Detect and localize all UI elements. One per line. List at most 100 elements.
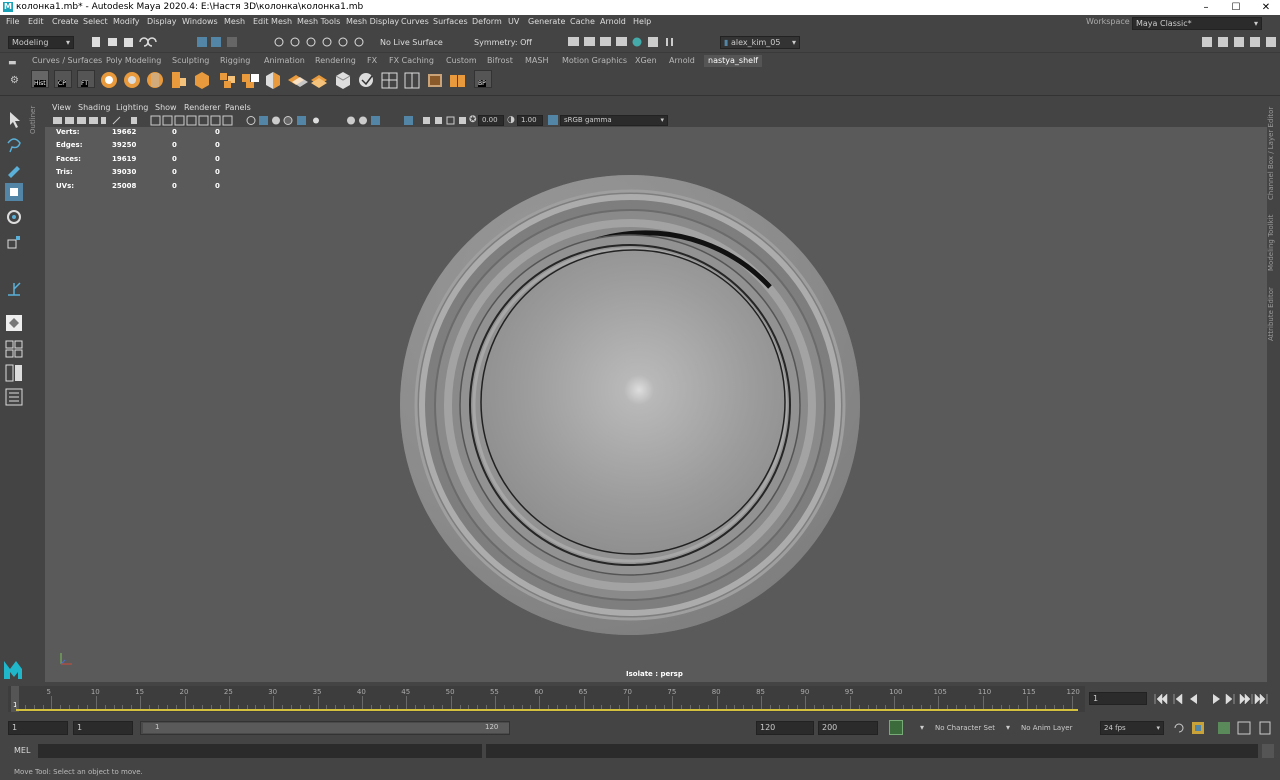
minimize-button[interactable]: – [1196, 1, 1216, 14]
tab-fx-caching[interactable]: FX Caching [385, 55, 438, 67]
maximize-button[interactable]: ☐ [1226, 1, 1246, 14]
scale-tool-icon[interactable] [5, 233, 23, 251]
gear-icon[interactable]: ⚙ [10, 75, 19, 86]
command-input[interactable] [38, 744, 482, 758]
view-transform-dropdown[interactable]: sRGB gamma ▾ [560, 115, 668, 126]
gamma-field[interactable]: 1.00 [517, 115, 543, 126]
menu-mesh-display[interactable]: Mesh Display [346, 17, 399, 26]
character-set-dropdown[interactable]: No Character Set [935, 724, 995, 732]
render-icons[interactable] [566, 35, 691, 49]
selection-mask-icons[interactable] [195, 35, 245, 49]
outliner-layout-icon[interactable] [5, 388, 23, 406]
user-account-dropdown[interactable]: ▮ alex_kim_05 ▾ [720, 36, 800, 49]
mel-label[interactable]: MEL [14, 746, 30, 755]
timeline-tick-label: 105 [933, 688, 947, 696]
bp-shelf-button[interactable]: BP [474, 70, 492, 88]
exposure-field[interactable]: 0.00 [478, 115, 504, 126]
menu-select[interactable]: Select [83, 17, 108, 26]
lasso-tool-icon[interactable] [5, 135, 23, 153]
workspace-dropdown[interactable]: Maya Classic* ▾ [1132, 17, 1262, 30]
shelf-tool-icons[interactable] [100, 70, 480, 90]
menu-mesh-tools[interactable]: Mesh Tools [297, 17, 340, 26]
tab-rigging[interactable]: Rigging [216, 55, 254, 67]
select-tool-icon[interactable] [5, 110, 23, 128]
paint-select-tool-icon[interactable] [5, 160, 23, 178]
animation-start-field[interactable]: 1 [8, 721, 68, 735]
menu-help[interactable]: Help [633, 17, 651, 26]
tab-fx[interactable]: FX [363, 55, 381, 67]
tab-xgen[interactable]: XGen [631, 55, 661, 67]
script-editor-icon[interactable] [1262, 744, 1274, 758]
playback-option-icons[interactable] [1172, 720, 1277, 736]
vp-menu-view[interactable]: View [52, 103, 71, 112]
tab-sculpting[interactable]: Sculpting [168, 55, 213, 67]
anim-layer-dropdown[interactable]: No Anim Layer [1021, 724, 1072, 732]
chevron-down-icon[interactable]: ▾ [1006, 723, 1010, 732]
menu-file[interactable]: File [6, 17, 19, 26]
shelf-options-icon[interactable]: ▬ [8, 58, 20, 68]
menu-set-dropdown[interactable]: Modeling ▾ [8, 36, 74, 49]
menu-windows[interactable]: Windows [182, 17, 218, 26]
tab-mash[interactable]: MASH [521, 55, 552, 67]
layout-two-icon[interactable] [5, 364, 23, 382]
move-tool-icon[interactable] [5, 183, 23, 201]
history-shelf-button[interactable]: Hist [31, 70, 49, 88]
live-surface-label[interactable]: No Live Surface [380, 38, 443, 47]
vp-menu-panels[interactable]: Panels [225, 103, 251, 112]
attribute-editor-tab[interactable]: Attribute Editor [1267, 284, 1280, 344]
vp-menu-show[interactable]: Show [155, 103, 177, 112]
range-slider-handle[interactable] [143, 723, 509, 733]
file-tools-icons[interactable] [88, 35, 168, 49]
menu-cache[interactable]: Cache [570, 17, 595, 26]
tab-curves-surfaces[interactable]: Curves / Surfaces [28, 55, 106, 67]
vp-menu-renderer[interactable]: Renderer [184, 103, 221, 112]
menu-display[interactable]: Display [147, 17, 177, 26]
menu-uv[interactable]: UV [508, 17, 519, 26]
menu-deform[interactable]: Deform [472, 17, 502, 26]
layout-single-icon[interactable] [5, 314, 23, 332]
menu-edit-mesh[interactable]: Edit Mesh [253, 17, 292, 26]
outliner-tab[interactable]: Outliner [29, 100, 43, 140]
menu-surfaces[interactable]: Surfaces [433, 17, 468, 26]
tab-custom[interactable]: Custom [442, 55, 481, 67]
playback-start-field[interactable]: 1 [73, 721, 133, 735]
close-button[interactable]: ✕ [1256, 1, 1276, 14]
menu-curves[interactable]: Curves [401, 17, 429, 26]
chevron-down-icon[interactable]: ▾ [920, 723, 924, 732]
range-slider[interactable]: 1 120 [140, 721, 510, 735]
menu-edit[interactable]: Edit [28, 17, 44, 26]
playback-controls[interactable] [1152, 692, 1274, 706]
snap-icons[interactable] [272, 35, 372, 49]
freeze-transform-shelf-button[interactable]: FT [77, 70, 95, 88]
center-pivot-shelf-button[interactable]: CP [54, 70, 72, 88]
color-management-icon[interactable] [548, 115, 558, 125]
layout-four-icon[interactable] [5, 340, 23, 358]
menu-arnold[interactable]: Arnold [600, 17, 626, 26]
last-tool-icon[interactable] [5, 280, 23, 298]
modeling-toolkit-tab[interactable]: Modeling Toolkit [1267, 210, 1280, 276]
tab-arnold[interactable]: Arnold [665, 55, 699, 67]
channel-box-tab[interactable]: Channel Box / Layer Editor [1267, 106, 1280, 201]
menu-mesh[interactable]: Mesh [224, 17, 245, 26]
fps-dropdown[interactable]: 24 fps ▾ [1100, 721, 1164, 735]
rotate-tool-icon[interactable] [5, 208, 23, 226]
viewport-tool-icons[interactable] [51, 115, 471, 126]
vp-menu-shading[interactable]: Shading [78, 103, 111, 112]
animation-end-field[interactable]: 200 [818, 721, 878, 735]
tab-animation[interactable]: Animation [260, 55, 309, 67]
current-frame-field[interactable]: 1 [1089, 692, 1147, 705]
panel-toggle-icons[interactable] [1200, 35, 1278, 49]
tab-bifrost[interactable]: Bifrost [483, 55, 517, 67]
tab-poly-modeling[interactable]: Poly Modeling [102, 55, 165, 67]
auto-key-icon[interactable] [889, 720, 903, 735]
tab-motion-graphics[interactable]: Motion Graphics [558, 55, 631, 67]
playback-end-field[interactable]: 120 [756, 721, 814, 735]
menu-create[interactable]: Create [52, 17, 79, 26]
time-slider[interactable]: 1 51015202530354045505560657075808590951… [8, 686, 1085, 712]
tab-nastya-shelf[interactable]: nastya_shelf [704, 55, 763, 67]
menu-modify[interactable]: Modify [113, 17, 140, 26]
tab-rendering[interactable]: Rendering [311, 55, 360, 67]
vp-menu-lighting[interactable]: Lighting [116, 103, 148, 112]
symmetry-label[interactable]: Symmetry: Off [474, 38, 532, 47]
menu-generate[interactable]: Generate [528, 17, 565, 26]
